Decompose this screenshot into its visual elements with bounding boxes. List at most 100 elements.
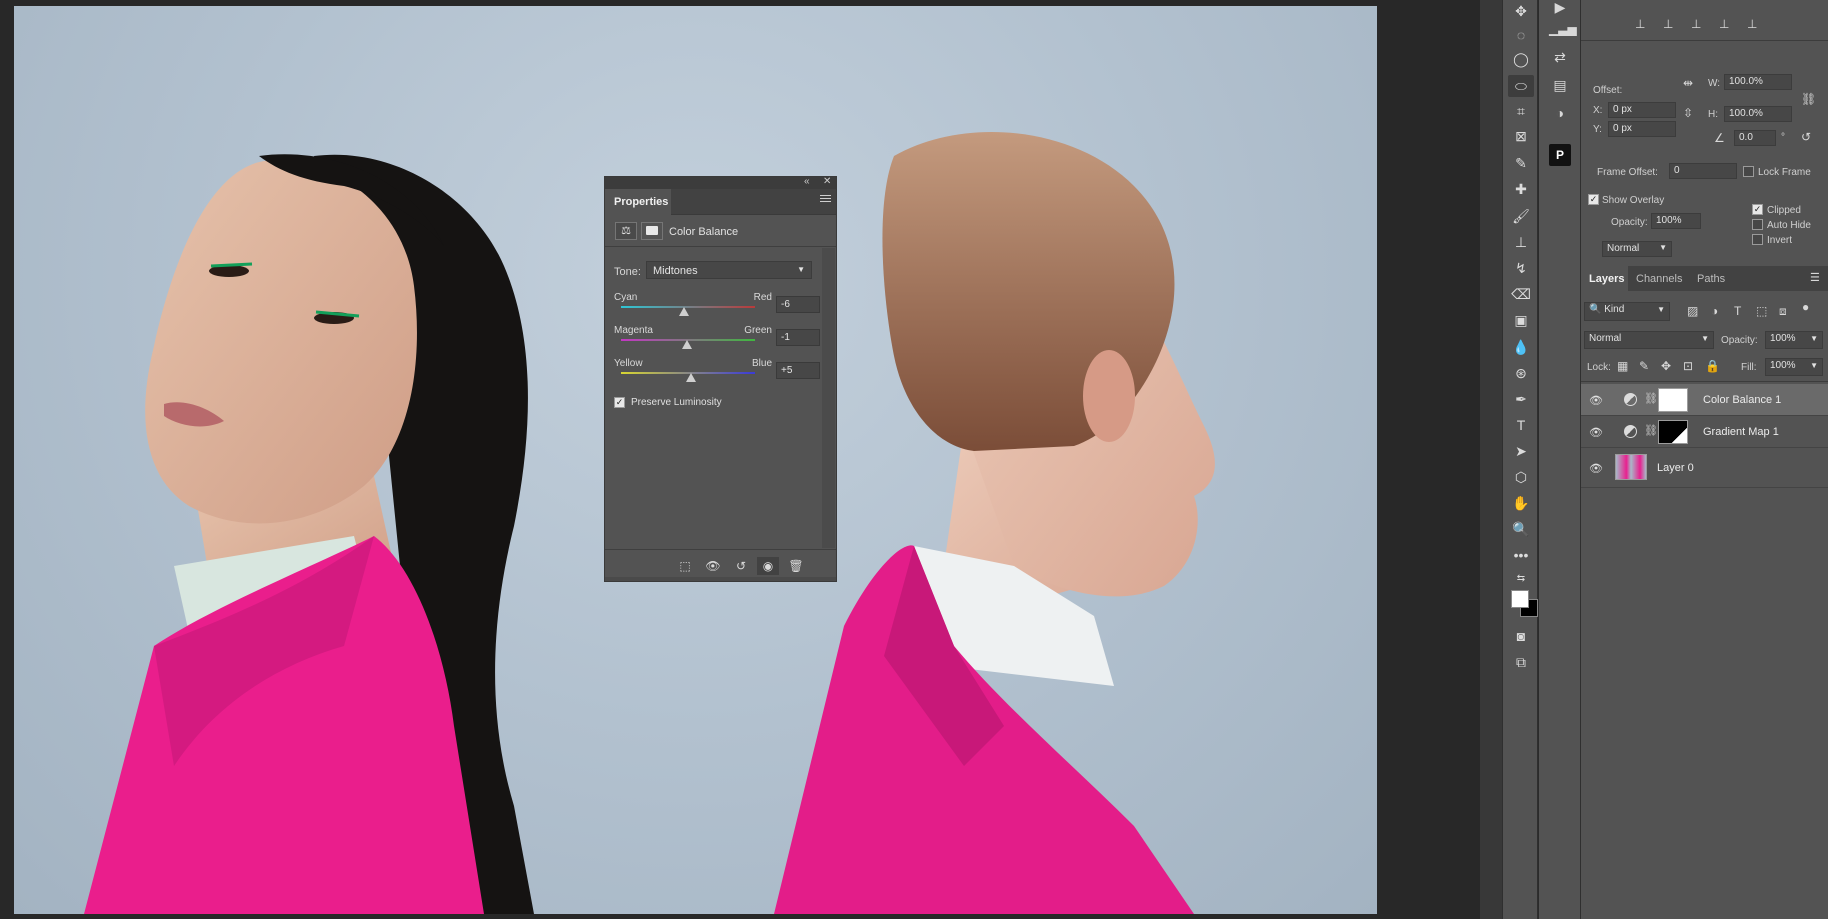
hand-tool-icon[interactable]: ✋ xyxy=(1508,492,1534,514)
y-offset-input[interactable]: 0 px xyxy=(1608,121,1676,137)
plugin-icon[interactable]: P xyxy=(1549,144,1571,166)
angle-input[interactable]: 0.0 xyxy=(1734,130,1776,146)
reset-icon[interactable]: ↺ xyxy=(1801,130,1811,144)
link-icon[interactable]: ⛓ xyxy=(1644,424,1658,437)
link-icon[interactable]: ⛓ xyxy=(1644,392,1658,405)
panel-menu-icon[interactable] xyxy=(820,195,831,205)
panel-scrollbar[interactable] xyxy=(822,248,835,548)
history-icon[interactable]: ⇄ xyxy=(1549,46,1571,68)
foreground-color-swatch[interactable] xyxy=(1511,590,1529,608)
x-offset-input[interactable]: 0 px xyxy=(1608,102,1676,118)
visibility-eye-icon[interactable]: ◉ xyxy=(757,557,779,575)
lock-image-icon[interactable]: ✎ xyxy=(1639,359,1649,373)
filter-shape-icon[interactable]: ⬚ xyxy=(1756,304,1767,318)
align-icon[interactable]: ⊥ xyxy=(1635,17,1645,31)
slider-value-field[interactable]: +5 xyxy=(776,362,820,379)
align-icon[interactable]: ⊥ xyxy=(1691,17,1701,31)
layer-row-gradient-map[interactable]: 👁 ⛓ Gradient Map 1 xyxy=(1581,416,1828,448)
layer-filter-select[interactable]: 🔍 Kind ▼ xyxy=(1584,302,1670,321)
type-tool-icon[interactable]: T xyxy=(1508,414,1534,436)
trash-icon[interactable]: 🗑 xyxy=(785,557,807,575)
eyedropper-tool-icon[interactable]: ✎ xyxy=(1508,152,1534,174)
frame-offset-input[interactable]: 0 xyxy=(1669,163,1737,179)
filter-pixel-icon[interactable]: ▨ xyxy=(1687,304,1698,318)
lock-transparent-icon[interactable]: ▦ xyxy=(1617,359,1628,373)
lasso-tool-icon[interactable]: ◯ xyxy=(1508,48,1534,70)
brush-tool-icon[interactable]: 🖌 xyxy=(1508,205,1534,227)
history-brush-tool-icon[interactable]: ↯ xyxy=(1508,257,1534,279)
crop-tool-icon[interactable]: ⌗ xyxy=(1508,100,1534,122)
eraser-tool-icon[interactable]: ⌫ xyxy=(1508,283,1534,305)
invert-checkbox[interactable] xyxy=(1752,234,1763,245)
shape-tool-icon[interactable]: ⬡ xyxy=(1508,466,1534,488)
lock-position-icon[interactable]: ✥ xyxy=(1661,359,1671,373)
preserve-luminosity-row[interactable]: ✓ Preserve Luminosity xyxy=(614,397,722,408)
play-icon[interactable]: ▶ xyxy=(1549,0,1571,18)
flip-vertical-icon[interactable]: ⇳ xyxy=(1683,106,1693,120)
filter-adjustment-icon[interactable]: ◑ xyxy=(1711,304,1718,318)
fill-input[interactable]: 100% ▼ xyxy=(1765,358,1823,376)
visibility-eye-icon[interactable]: 👁 xyxy=(1589,426,1603,439)
auto-hide-checkbox[interactable] xyxy=(1752,219,1763,230)
layer-mask-thumbnail[interactable] xyxy=(1658,420,1688,444)
tab-layers[interactable]: Layers xyxy=(1581,266,1628,291)
slider-thumb[interactable] xyxy=(678,307,689,316)
filter-type-icon[interactable]: T xyxy=(1734,304,1741,318)
close-icon[interactable]: ✕ xyxy=(823,176,831,187)
quick-mask-icon[interactable]: ◙ xyxy=(1508,625,1534,647)
visibility-eye-icon[interactable]: 👁 xyxy=(1589,462,1603,475)
slider-thumb[interactable] xyxy=(682,340,693,349)
gradient-tool-icon[interactable]: ▣ xyxy=(1508,309,1534,331)
dodge-tool-icon[interactable]: ⊛ xyxy=(1508,362,1534,384)
layer-row-color-balance[interactable]: 👁 ⛓ Color Balance 1 xyxy=(1581,384,1828,416)
quick-select-tool-icon[interactable]: ⬭ xyxy=(1508,75,1534,97)
tab-properties[interactable]: Properties xyxy=(605,189,671,215)
align-icon[interactable]: ⊥ xyxy=(1747,17,1757,31)
layer-mask-thumbnail[interactable] xyxy=(1658,388,1688,412)
lock-frame-checkbox[interactable] xyxy=(1743,166,1754,177)
clone-stamp-tool-icon[interactable]: ⊥ xyxy=(1508,231,1534,253)
clip-to-layer-button[interactable]: ⬚ xyxy=(674,557,696,575)
more-tools-icon[interactable]: ••• xyxy=(1508,544,1534,566)
preserve-luminosity-checkbox[interactable]: ✓ xyxy=(614,397,625,408)
height-input[interactable]: 100.0% xyxy=(1724,106,1792,122)
filter-smart-object-icon[interactable]: ⧈ xyxy=(1779,304,1787,319)
layer-blend-mode-select[interactable]: Normal ▼ xyxy=(1584,331,1714,349)
slider-value-field[interactable]: -6 xyxy=(776,296,820,313)
link-icon[interactable]: ⛓ xyxy=(1801,92,1816,106)
layer-row-layer-0[interactable]: 👁 Layer 0 xyxy=(1581,448,1828,488)
marquee-tool-icon[interactable]: ◌ xyxy=(1508,24,1534,46)
reset-icon[interactable]: ↺ xyxy=(730,557,752,575)
layer-opacity-input[interactable]: 100% ▼ xyxy=(1765,331,1823,349)
tab-channels[interactable]: Channels xyxy=(1636,266,1696,291)
lock-all-icon[interactable]: 🔒 xyxy=(1705,359,1720,373)
slider-thumb[interactable] xyxy=(686,373,697,382)
move-tool-icon[interactable]: ✥ xyxy=(1508,0,1534,22)
view-previous-state-button[interactable]: 👁 xyxy=(702,557,724,575)
slider-value-field[interactable]: -1 xyxy=(776,329,820,346)
mask-icon[interactable] xyxy=(641,222,663,240)
frame-tool-icon[interactable]: ⊠ xyxy=(1508,125,1534,147)
histogram-icon[interactable]: ▁▃▅ xyxy=(1549,18,1577,40)
visibility-eye-icon[interactable]: 👁 xyxy=(1589,394,1603,407)
canvas-area[interactable]: « ✕ Properties ⚖ Color Balance Tone: Mid… xyxy=(0,0,1480,919)
zoom-tool-icon[interactable]: 🔍 xyxy=(1508,518,1534,540)
clipped-checkbox[interactable]: ✓ xyxy=(1752,204,1763,215)
healing-brush-tool-icon[interactable]: ✚ xyxy=(1508,178,1534,200)
color-balance-icon[interactable]: ⚖ xyxy=(615,222,637,240)
filter-toggle-icon[interactable]: ● xyxy=(1802,300,1809,314)
properties-panel[interactable]: « ✕ Properties ⚖ Color Balance Tone: Mid… xyxy=(604,176,837,582)
tab-paths[interactable]: Paths xyxy=(1697,266,1737,291)
path-selection-tool-icon[interactable]: ➤ xyxy=(1508,440,1534,462)
panel-menu-icon[interactable]: ☰ xyxy=(1810,271,1820,284)
flip-horizontal-icon[interactable]: ⇹ xyxy=(1683,76,1693,90)
width-input[interactable]: 100.0% xyxy=(1724,74,1792,90)
align-icon[interactable]: ⊥ xyxy=(1663,17,1673,31)
align-icon[interactable]: ⊥ xyxy=(1719,17,1729,31)
layer-thumbnail[interactable] xyxy=(1615,454,1647,480)
lock-artboard-icon[interactable]: ⊡ xyxy=(1683,359,1693,373)
blur-tool-icon[interactable]: 💧 xyxy=(1508,336,1534,358)
overlay-opacity-input[interactable]: 100% xyxy=(1651,213,1701,229)
collapse-icon[interactable]: « xyxy=(804,176,810,187)
adjustments-icon[interactable]: ◑ xyxy=(1549,102,1571,124)
